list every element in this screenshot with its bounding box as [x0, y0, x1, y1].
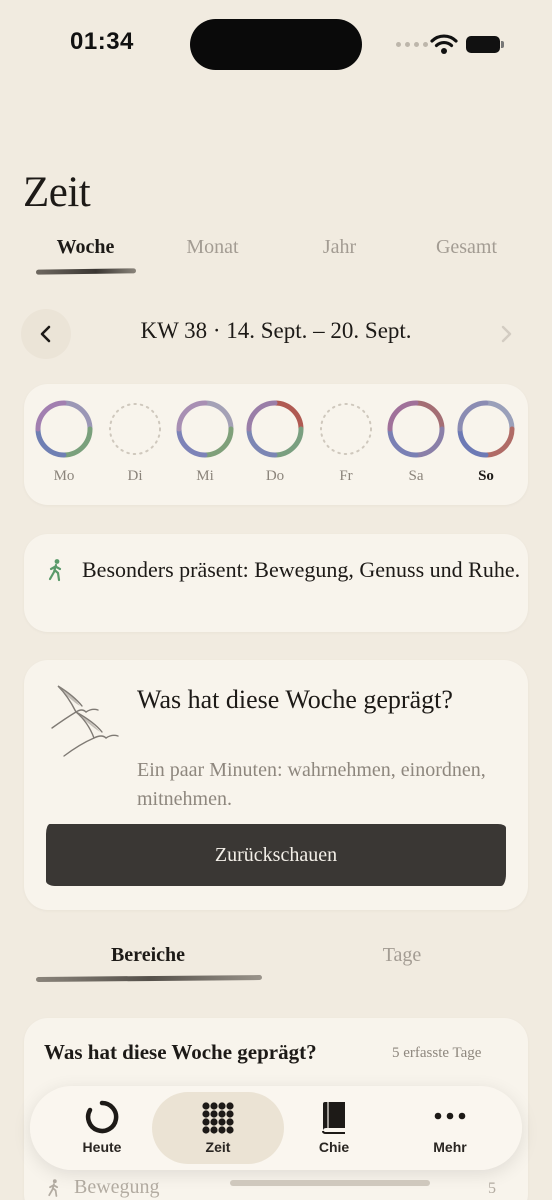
- bottom-tab-bar: Heute Zeit Chie Mehr: [30, 1086, 522, 1170]
- list-item-label: Bewegung: [74, 1176, 160, 1198]
- empty-day-ring-icon: [320, 403, 372, 455]
- tabbar-chie[interactable]: Chie: [276, 1086, 392, 1170]
- day-label: Mi: [196, 468, 214, 484]
- tabbar-label: Chie: [318, 1139, 350, 1155]
- subtab-tage[interactable]: Tage: [302, 944, 502, 967]
- active-subtab-underline: [35, 975, 263, 982]
- reflection-subtitle: Ein paar Minuten: wahrnehmen, einordnen,…: [137, 759, 486, 810]
- day-sa[interactable]: Sa: [384, 398, 448, 485]
- day-label-today: So: [478, 468, 494, 484]
- list-title: Was hat diese Woche geprägt?: [44, 1040, 317, 1064]
- grid-dots-icon: [202, 1102, 234, 1134]
- reflection-card: Was hat diese Woche geprägt? Ein paar Mi…: [24, 660, 528, 910]
- day-ring-icon: [176, 400, 234, 458]
- week-range-label: KW 38 · 14. Sept. – 20. Sept.: [140, 318, 412, 343]
- day-ring-icon: [35, 400, 93, 458]
- day-so[interactable]: So: [454, 398, 518, 485]
- page-title: Zeit: [23, 169, 91, 216]
- day-label: Fr: [339, 468, 353, 484]
- book-icon: [322, 1102, 345, 1134]
- next-week-button[interactable]: [488, 316, 524, 352]
- cellular-signal-icon: [396, 42, 428, 47]
- day-ring-icon: [457, 400, 515, 458]
- home-indicator: [230, 1180, 430, 1186]
- tabbar-label: Mehr: [433, 1139, 467, 1155]
- day-di[interactable]: Di: [103, 398, 167, 485]
- empty-day-ring-icon: [109, 403, 161, 455]
- highlight-text: Besonders präsent: Bewegung, Genuss und …: [82, 557, 521, 582]
- reflection-title: Was hat diese Woche geprägt?: [137, 685, 453, 714]
- subtab-bereiche[interactable]: Bereiche: [48, 944, 248, 967]
- wifi-icon: [430, 34, 458, 54]
- week-overview-card: Mo Di Mi Do Fr Sa So: [24, 384, 528, 505]
- dynamic-island: [190, 19, 362, 70]
- highlight-card: Besonders präsent: Bewegung, Genuss und …: [24, 534, 528, 632]
- walking-person-icon: [48, 1178, 59, 1197]
- tabbar-mehr[interactable]: Mehr: [392, 1086, 508, 1170]
- day-do[interactable]: Do: [243, 398, 307, 485]
- chevron-right-icon: [501, 325, 512, 343]
- day-mo[interactable]: Mo: [32, 398, 96, 485]
- list-item-value: 5: [488, 1180, 496, 1197]
- day-label: Do: [265, 468, 285, 484]
- day-mi[interactable]: Mi: [173, 398, 237, 485]
- tab-monat[interactable]: Monat: [149, 236, 276, 259]
- more-dots-icon: [434, 1112, 466, 1120]
- recorded-days-count: 5 erfasste Tage: [392, 1045, 482, 1061]
- tabbar-heute[interactable]: Heute: [44, 1086, 160, 1170]
- tab-woche[interactable]: Woche: [22, 236, 149, 259]
- chevron-left-icon: [40, 325, 51, 343]
- battery-tip: [501, 41, 504, 48]
- day-label: Sa: [408, 468, 424, 484]
- tab-gesamt[interactable]: Gesamt: [403, 236, 530, 259]
- tabbar-label: Zeit: [205, 1139, 231, 1155]
- day-label: Di: [127, 468, 143, 484]
- tabbar-label: Heute: [82, 1139, 122, 1155]
- day-ring-icon: [387, 400, 445, 458]
- list-item[interactable]: Bewegung: [46, 1176, 160, 1199]
- status-time: 01:34: [70, 28, 134, 55]
- look-back-button[interactable]: Zurückschauen: [46, 824, 506, 886]
- day-ring-icon: [246, 400, 304, 458]
- tab-jahr[interactable]: Jahr: [276, 236, 403, 259]
- battery-icon: [466, 36, 500, 53]
- cranes-illustration-icon: [51, 685, 119, 757]
- heute-ring-icon: [85, 1100, 119, 1134]
- day-fr[interactable]: Fr: [314, 398, 378, 485]
- tabbar-zeit[interactable]: Zeit: [152, 1092, 284, 1164]
- day-label: Mo: [53, 468, 75, 484]
- previous-week-button[interactable]: [21, 309, 71, 359]
- walking-person-icon: [48, 559, 62, 582]
